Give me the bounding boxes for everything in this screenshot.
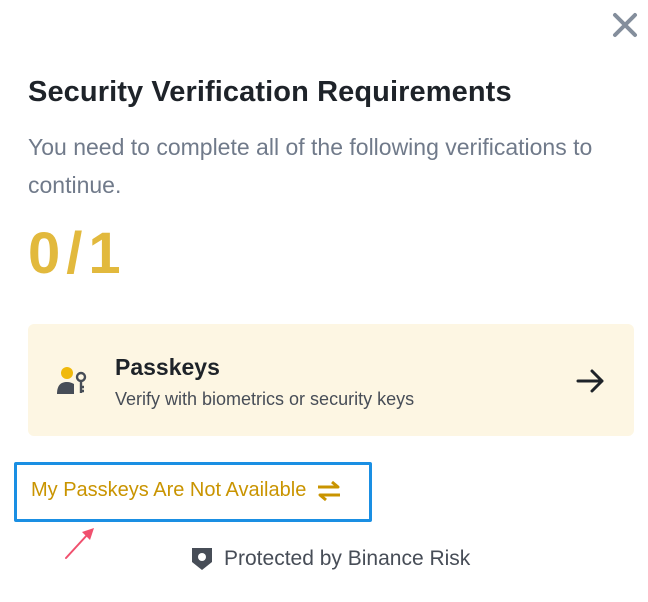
shield-icon bbox=[192, 548, 212, 570]
passkeys-not-available-link[interactable]: My Passkeys Are Not Available bbox=[31, 479, 342, 502]
footer-text: Protected by Binance Risk bbox=[224, 547, 471, 570]
swap-icon bbox=[318, 480, 341, 501]
passkey-user-key-icon bbox=[57, 367, 87, 394]
method-name: Passkeys bbox=[115, 354, 220, 380]
method-description: Verify with biometrics or security keys bbox=[115, 389, 415, 409]
close-icon bbox=[613, 13, 637, 37]
dialog-title: Security Verification Requirements bbox=[28, 76, 512, 108]
highlight-box: My Passkeys Are Not Available bbox=[14, 462, 372, 522]
risk-protection-footer: Protected by Binance Risk bbox=[190, 546, 470, 572]
annotation-arrow-icon bbox=[65, 528, 94, 559]
verification-progress: 0/1 bbox=[28, 221, 127, 286]
close-button[interactable] bbox=[608, 8, 642, 42]
alt-link-label: My Passkeys Are Not Available bbox=[31, 479, 307, 501]
dialog-subtitle: You need to complete all of the followin… bbox=[28, 134, 593, 198]
arrow-right-icon bbox=[576, 369, 604, 393]
passkeys-method-card[interactable]: Passkeys Verify with biometrics or secur… bbox=[28, 324, 634, 436]
